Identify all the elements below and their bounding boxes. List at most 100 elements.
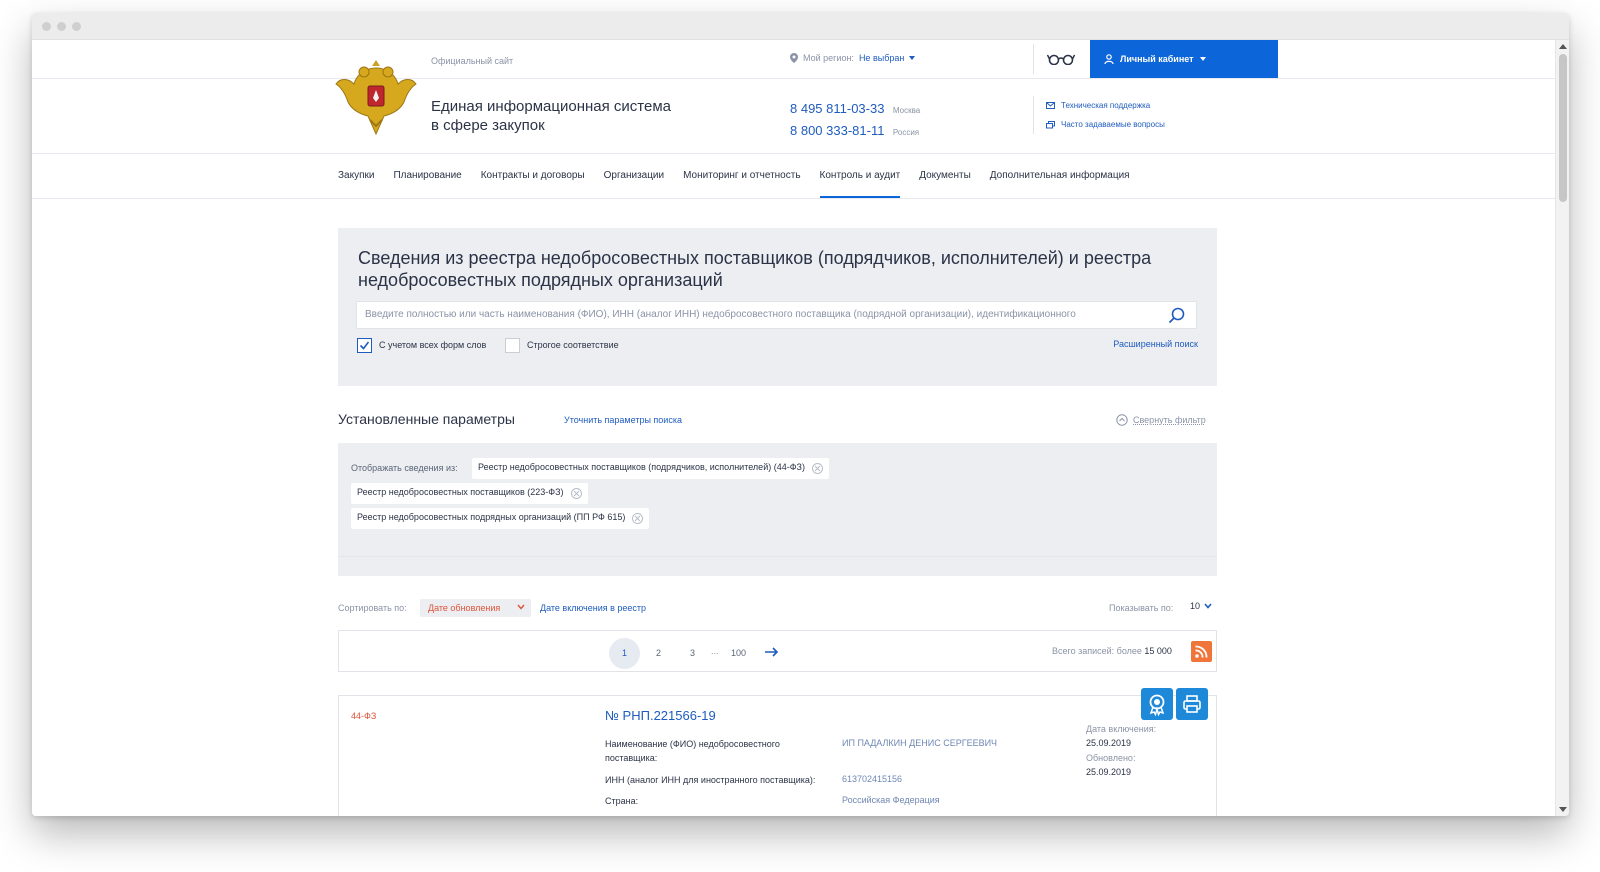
per-page-label: Показывать по: (1109, 603, 1174, 613)
search-placeholder: Введите полностью или часть наименования… (365, 309, 1076, 320)
search-icon[interactable] (1168, 307, 1186, 325)
vertical-scrollbar[interactable] (1555, 40, 1569, 816)
faq-link[interactable]: Часто задаваемые вопросы (1046, 120, 1165, 129)
nav-item-additional-info[interactable]: Дополнительная информация (990, 166, 1130, 198)
award-icon (1149, 694, 1165, 717)
page-last[interactable]: 100 (723, 638, 754, 669)
chevron-down-icon (1199, 57, 1206, 61)
all-word-forms-label[interactable]: С учетом всех форм слов (379, 340, 486, 350)
record-updated-value: 25.09.2019 (1086, 767, 1132, 777)
per-page-value: 10 (1190, 601, 1201, 611)
nav-item-contracts[interactable]: Контракты и договоры (481, 166, 585, 198)
nav-item-documents[interactable]: Документы (919, 166, 971, 198)
print-button[interactable] (1176, 688, 1208, 720)
page-3[interactable]: 3 (677, 638, 708, 669)
filter-tag-label: Реестр недобросовестных подрядных органи… (357, 512, 626, 522)
record-included-value: 25.09.2019 (1086, 738, 1132, 748)
certificate-button[interactable] (1141, 688, 1173, 720)
support-link-label: Техническая поддержка (1061, 101, 1151, 110)
coat-of-arms-logo[interactable] (334, 54, 418, 140)
region-value: Не выбран (858, 53, 905, 63)
header-separator (1033, 44, 1034, 74)
personal-cabinet-label: Личный кабинет (1120, 54, 1194, 64)
nav-item-planning[interactable]: Планирование (393, 166, 461, 198)
header-bottom-divider (32, 153, 1555, 154)
sort-select[interactable]: Дате обновления (420, 599, 531, 617)
scrollbar-thumb[interactable] (1559, 54, 1567, 202)
region-selector[interactable]: Мой регион: Не выбран (790, 53, 916, 63)
search-panel: Сведения из реестра недобросовестных пос… (338, 228, 1217, 386)
personal-cabinet-button[interactable]: Личный кабинет (1090, 40, 1278, 78)
filter-tag-pp615[interactable]: Реестр недобросовестных подрядных органи… (351, 508, 650, 529)
filter-tag-44fz[interactable]: Реестр недобросовестных поставщиков (под… (472, 458, 829, 479)
nav-item-organizations[interactable]: Организации (604, 166, 664, 198)
advanced-search-link[interactable]: Расширенный поиск (1113, 339, 1198, 349)
pagination: 1 2 3 ... 100 Всего записей: более 15 00… (338, 630, 1217, 672)
mail-icon (1046, 102, 1055, 109)
record-inn-value: 613702415156 (842, 774, 903, 784)
nav-item-control-audit[interactable]: Контроль и аудит (819, 166, 900, 198)
chevron-down-icon (1204, 603, 1212, 609)
nav-item-monitoring[interactable]: Мониторинг и отчетность (683, 166, 800, 198)
rss-icon (1195, 645, 1208, 658)
search-input[interactable]: Введите полностью или часть наименования… (356, 301, 1197, 329)
refine-search-link[interactable]: Уточнить параметры поиска (564, 415, 682, 425)
remove-tag-icon[interactable] (632, 513, 644, 524)
faq-link-label: Часто задаваемые вопросы (1061, 120, 1165, 129)
all-word-forms-checkbox[interactable] (357, 338, 372, 353)
nav-item-zakupki[interactable]: Закупки (338, 166, 374, 198)
support-link[interactable]: Техническая поддержка (1046, 101, 1150, 110)
glasses-icon[interactable] (1047, 53, 1075, 65)
window-maximize-dot[interactable] (72, 22, 81, 31)
page-2[interactable]: 2 (643, 638, 674, 669)
record-inn-label: ИНН (аналог ИНН для иностранного поставщ… (605, 775, 816, 785)
scroll-up-icon[interactable] (1559, 44, 1567, 49)
checkmark-icon (359, 341, 370, 350)
sort-by-inclusion-link[interactable]: Дате включения в реестр (540, 603, 646, 613)
strict-match-label[interactable]: Строгое соответствие (527, 340, 619, 350)
browser-window: Официальный сайт Единая информационная с… (32, 13, 1569, 816)
search-title: Сведения из реестра недобросовестных пос… (358, 248, 1152, 290)
sort-selected-value: Дате обновления (428, 603, 501, 613)
per-page-select[interactable]: 10 (1190, 601, 1212, 611)
page-viewport: Официальный сайт Единая информационная с… (32, 40, 1555, 816)
window-minimize-dot[interactable] (57, 22, 66, 31)
chevron-down-icon (909, 56, 916, 60)
params-heading: Установленные параметры (338, 411, 515, 427)
scroll-down-icon[interactable] (1559, 807, 1567, 812)
site-title[interactable]: Единая информационная система в сфере за… (431, 97, 671, 135)
nav-bottom-divider (32, 198, 1555, 199)
chevron-up-circle-icon (1116, 414, 1128, 426)
strict-match-checkbox[interactable] (505, 338, 520, 353)
collapse-filter-link[interactable]: Свернуть фильтр (1116, 414, 1206, 426)
record-country-label: Страна: (605, 796, 639, 806)
registry-record-card: 44-ФЗ № РНП.221566-19 Наименование (ФИО)… (338, 688, 1217, 816)
filter-panel: Отображать сведения из: Реестр недобросо… (338, 443, 1217, 576)
chevron-down-icon (517, 604, 525, 610)
remove-tag-icon[interactable] (570, 488, 582, 499)
browser-titlebar (32, 13, 1569, 40)
official-site-label: Официальный сайт (431, 56, 514, 66)
record-country-value: Российская Федерация (842, 795, 940, 805)
header-top-divider (32, 78, 1555, 79)
collapse-filter-label: Свернуть фильтр (1133, 415, 1206, 425)
page-ellipsis: ... (711, 646, 719, 656)
arrow-right-icon[interactable] (765, 647, 779, 657)
site-title-line2: в сфере закупок (431, 117, 545, 134)
page-1[interactable]: 1 (609, 638, 640, 669)
user-icon (1104, 54, 1114, 64)
sort-label: Сортировать по: (338, 603, 407, 613)
chat-icon (1046, 120, 1055, 128)
filter-panel-footer (338, 556, 1217, 576)
record-name-value: ИП ПАДАЛКИН ДЕНИС СЕРГЕЕВИЧ (842, 738, 998, 748)
record-number-link[interactable]: № РНП.221566-19 (605, 708, 716, 723)
remove-tag-icon[interactable] (812, 463, 823, 474)
phone-number-russia[interactable]: 8 800 333-81-11 (790, 123, 884, 138)
record-name-label: Наименование (ФИО) недобросовестного пос… (605, 739, 780, 763)
filter-tag-223fz[interactable]: Реестр недобросовестных поставщиков (223… (351, 483, 588, 504)
phone-number-moscow[interactable]: 8 495 811-03-33 (790, 101, 884, 116)
main-nav: Закупки Планирование Контракты и договор… (338, 166, 1130, 198)
rss-button[interactable] (1191, 641, 1212, 662)
window-close-dot[interactable] (42, 22, 51, 31)
phone-moscow: 8 495 811-03-33 Москва (790, 100, 920, 118)
